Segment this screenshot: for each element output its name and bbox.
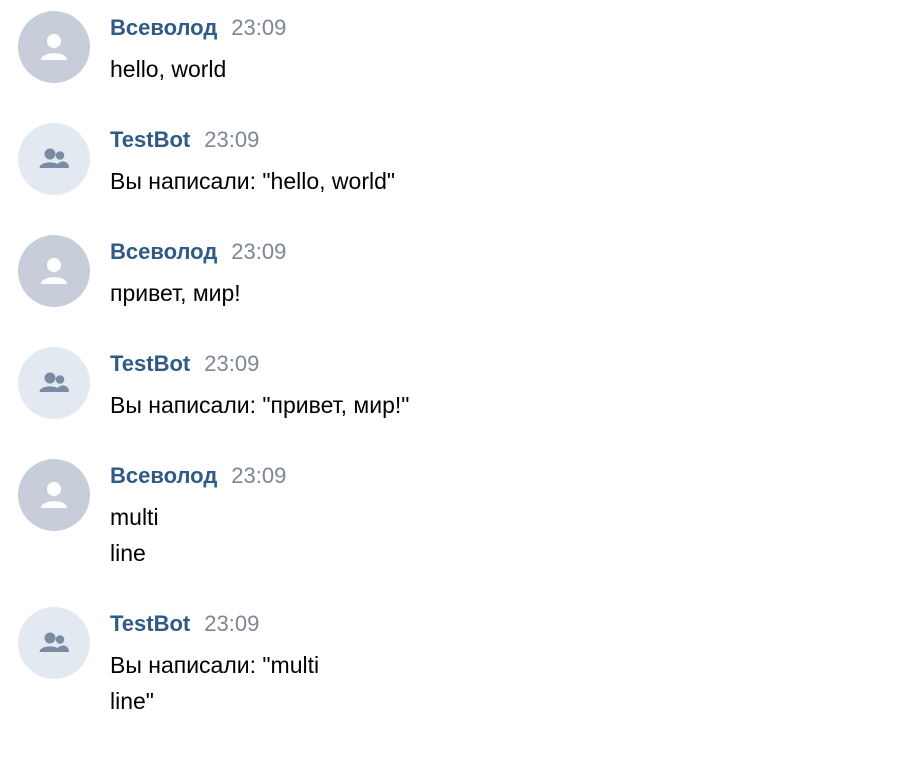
avatar[interactable]	[18, 235, 90, 307]
message-author[interactable]: TestBot	[110, 351, 190, 377]
avatar[interactable]	[18, 123, 90, 195]
user-icon	[41, 258, 67, 284]
user-icon	[41, 482, 67, 508]
avatar[interactable]	[18, 347, 90, 419]
message-text: Вы написали: "multi line"	[110, 652, 320, 714]
message-text: multi line	[110, 504, 159, 566]
group-icon	[39, 148, 69, 168]
message-author[interactable]: Всеволод	[110, 463, 217, 489]
group-icon	[39, 372, 69, 392]
message-time: 23:09	[204, 611, 260, 636]
message-author[interactable]: TestBot	[110, 127, 190, 153]
message-author[interactable]: TestBot	[110, 611, 190, 637]
user-icon	[41, 34, 67, 60]
message-time: 23:09	[231, 239, 287, 264]
avatar[interactable]	[18, 11, 90, 83]
avatar[interactable]	[18, 607, 90, 679]
message-time: 23:09	[231, 15, 287, 40]
message-author[interactable]: Всеволод	[110, 15, 217, 41]
message-text: hello, world	[110, 56, 227, 82]
message-text: Вы написали: "hello, world"	[110, 168, 396, 194]
message-text: Вы написали: "привет, мир!"	[110, 392, 410, 418]
avatar[interactable]	[18, 459, 90, 531]
message-list: Всеволод 23:09 hello, world TestBot 23:0…	[0, 0, 920, 757]
message-text: привет, мир!	[110, 280, 241, 306]
message-time: 23:09	[204, 127, 260, 152]
message-author[interactable]: Всеволод	[110, 239, 217, 265]
message-time: 23:09	[204, 351, 260, 376]
message-time: 23:09	[231, 463, 287, 488]
group-icon	[39, 632, 69, 652]
